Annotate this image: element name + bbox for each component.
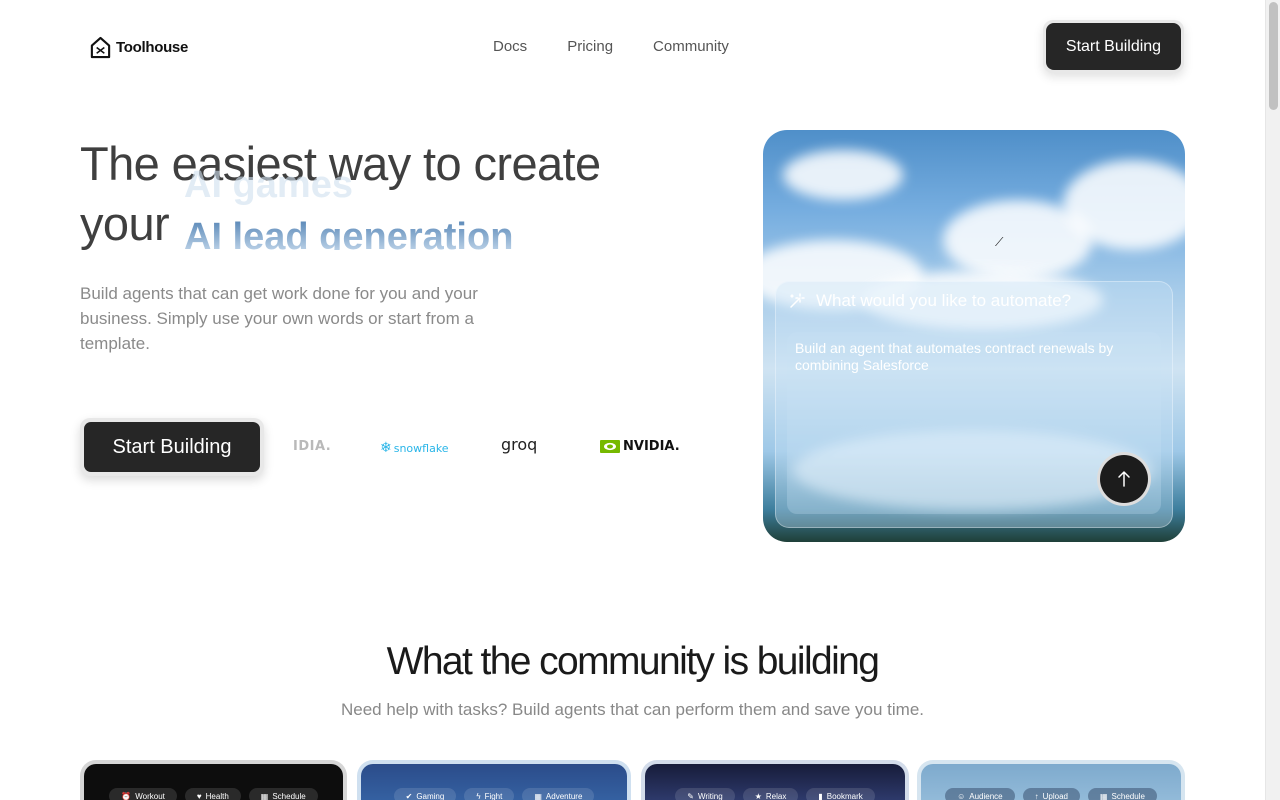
community-card[interactable]: ✔ Gaming ϟ Fight ▦ Adventure — [357, 760, 631, 800]
send-button[interactable] — [1097, 452, 1151, 506]
cloud — [783, 150, 903, 200]
chip[interactable]: ▦ Schedule — [248, 788, 318, 800]
hero-subtitle: Build agents that can get work done for … — [80, 284, 478, 353]
logo-text: Toolhouse — [116, 39, 189, 56]
prompt-textarea-value: Build an agent that automates contract r… — [795, 340, 1114, 373]
community-card-body: ✔ Gaming ϟ Fight ▦ Adventure — [361, 764, 627, 800]
community-section-subtitle: Need help with tasks? Build agents that … — [340, 700, 925, 719]
chip[interactable]: ▮ Bookmark — [806, 788, 875, 800]
chip[interactable]: ☺ Audience — [945, 788, 1015, 800]
chip[interactable]: ▦ Adventure — [522, 788, 595, 800]
chip-label: Schedule — [272, 791, 306, 800]
scrollbar[interactable] — [1265, 0, 1280, 800]
chip[interactable]: ♥ Health — [184, 788, 241, 800]
calendar-icon: ▦ — [534, 791, 542, 800]
prompt-title-text: What would you like to automate? — [816, 291, 1072, 310]
calendar-icon: ▦ — [260, 791, 269, 800]
rotating-word-current: AI lead generation — [184, 216, 513, 250]
partner-logo-snowflake: ❄ snowflake — [380, 440, 449, 456]
header-start-building-label: Start Building — [1046, 23, 1181, 70]
chip-label: Writing — [697, 791, 723, 800]
chip[interactable]: ↑ Upload — [1022, 788, 1080, 800]
prompt-title: What would you like to automate? — [788, 291, 1071, 311]
star-icon: ★ — [754, 791, 762, 800]
chip-label: Gaming — [416, 791, 445, 800]
chip-label: Schedule — [1111, 791, 1145, 800]
chip-label: Workout — [135, 791, 165, 800]
community-cards: ⏰ Workout ♥ Health ▦ Schedule ✔ Gaming ϟ Figh… — [80, 760, 1185, 800]
chip-label: Upload — [1042, 791, 1068, 800]
hero-start-building-button[interactable]: Start Building — [80, 418, 264, 476]
chip[interactable]: ▦ Schedule — [1087, 788, 1157, 800]
chip[interactable]: ★ Relax — [742, 788, 799, 800]
community-card[interactable]: ✎ Writing ★ Relax ▮ Bookmark — [641, 760, 909, 800]
snowflake-icon: ❄ — [380, 440, 392, 456]
house-logo-icon — [90, 36, 111, 59]
community-card[interactable]: ☺ Audience ↑ Upload ▦ Schedule — [917, 760, 1185, 800]
chip-label: Health — [205, 791, 229, 800]
chip-label: Fight — [484, 791, 503, 800]
community-card[interactable]: ⏰ Workout ♥ Health ▦ Schedule — [80, 760, 347, 800]
hero-start-building-label: Start Building — [84, 422, 260, 472]
header-start-building-button[interactable]: Start Building — [1043, 20, 1184, 73]
chip-label: Relax — [765, 791, 787, 800]
chip[interactable]: ⏰ Workout — [109, 788, 177, 800]
pen-icon: ✎ — [687, 791, 694, 800]
bookmark-icon: ▮ — [818, 791, 823, 800]
nvidia-text: NVIDIA. — [623, 439, 680, 454]
partner-logo-groq: groq — [501, 435, 538, 454]
chip-label: Adventure — [545, 791, 583, 800]
nav-docs[interactable]: Docs — [493, 38, 527, 55]
send-button-inner — [1100, 455, 1148, 503]
check-circle-icon: ✔ — [405, 791, 413, 800]
users-icon: ☺ — [957, 791, 966, 800]
chip-label: Bookmark — [826, 791, 863, 800]
calendar-icon: ▦ — [1099, 791, 1108, 800]
heart-icon: ♥ — [196, 791, 202, 800]
community-card-body: ☺ Audience ↑ Upload ▦ Schedule — [921, 764, 1181, 800]
alarm-icon: ⏰ — [121, 791, 132, 800]
nav-community[interactable]: Community — [653, 38, 729, 55]
chip[interactable]: ✔ Gaming — [393, 788, 457, 800]
community-card-body: ✎ Writing ★ Relax ▮ Bookmark — [645, 764, 905, 800]
logo[interactable]: Toolhouse — [89, 35, 188, 60]
nav-pricing[interactable]: Pricing — [567, 38, 613, 55]
nvidia-eye-icon — [600, 440, 620, 453]
community-card-body: ⏰ Workout ♥ Health ▦ Schedule — [84, 764, 343, 800]
community-section-title: What the community is building — [386, 640, 880, 683]
chip[interactable]: ϟ Fight — [464, 788, 515, 800]
partner-logos: IDIA. ❄ snowflake groq NVIDIA. — [290, 432, 690, 462]
bolt-icon: ϟ — [476, 791, 481, 800]
magic-wand-icon — [790, 293, 805, 308]
main-nav: Docs Pricing Community — [493, 38, 729, 55]
scrollbar-thumb[interactable] — [1269, 2, 1278, 110]
chip-label: Audience — [969, 791, 1003, 800]
rotating-word-previous: AI games — [184, 168, 353, 206]
rotating-text: AI games AI lead generation — [183, 168, 563, 250]
partner-logo-nvidia: NVIDIA. — [600, 439, 680, 454]
chip[interactable]: ✎ Writing — [675, 788, 735, 800]
partner-logo-nvidia-partial: IDIA. — [293, 439, 332, 454]
snowflake-text: snowflake — [393, 441, 449, 455]
upload-icon: ↑ — [1034, 791, 1039, 800]
bird-icon: ⟋ — [995, 235, 1004, 249]
arrow-up-icon — [1118, 470, 1130, 487]
